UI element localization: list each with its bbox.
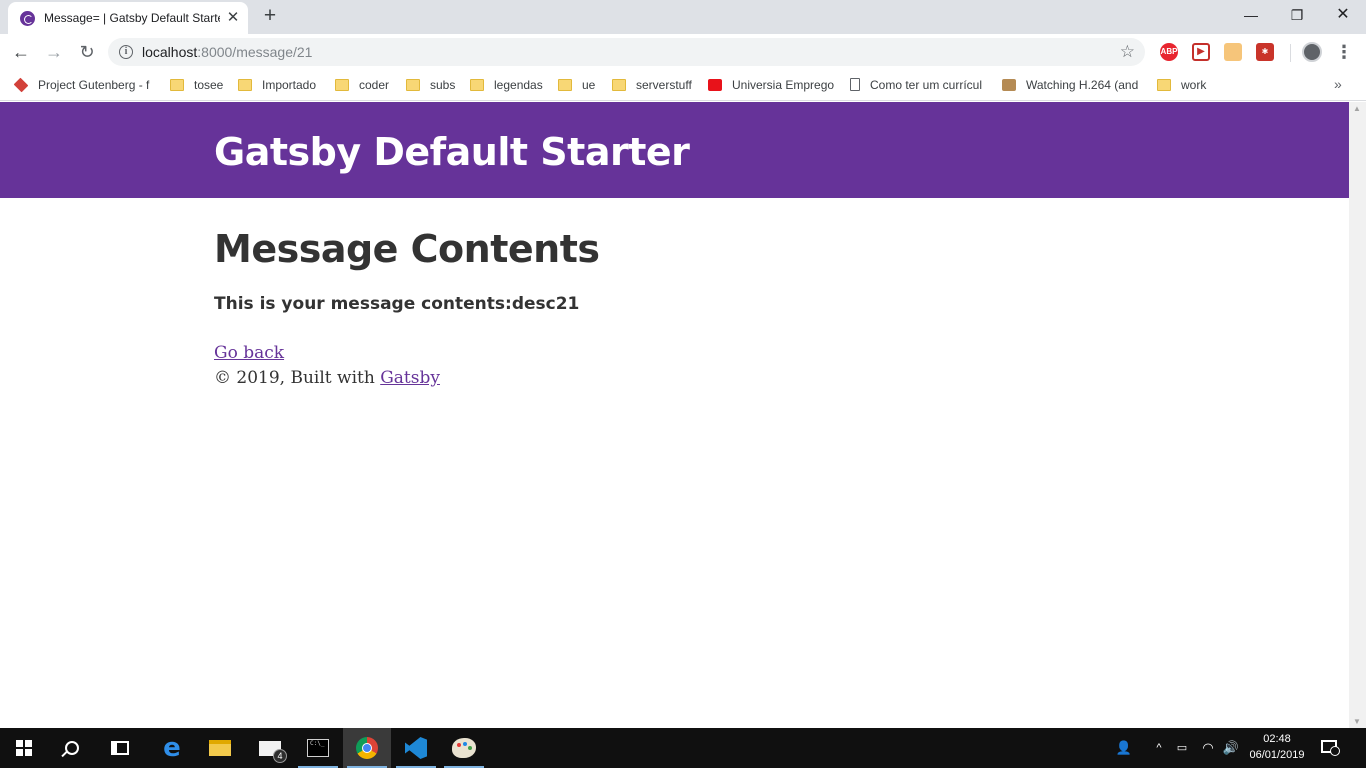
action-center-button[interactable] <box>1318 738 1340 758</box>
windows-taskbar: e 4 C:\_ 👤 ^ ▭ ◠ 🔊 02:48 06/01/2019 <box>0 728 1366 768</box>
battery-icon[interactable]: ▭ <box>1172 728 1192 768</box>
go-back-link[interactable]: Go back <box>214 342 284 364</box>
taskbar-edge[interactable]: e <box>148 728 196 768</box>
start-button[interactable] <box>0 728 48 768</box>
forward-button[interactable]: → <box>41 39 67 65</box>
folder-icon <box>558 79 572 91</box>
gatsby-link[interactable]: Gatsby <box>380 368 440 388</box>
page-title: Message Contents <box>214 227 600 271</box>
folder-icon <box>238 79 252 91</box>
bookmark-folder-coder[interactable]: coder <box>335 76 389 94</box>
edge-icon: e <box>163 733 181 763</box>
folder-icon <box>170 79 184 91</box>
taskbar-file-explorer[interactable] <box>196 728 244 768</box>
bookmark-star-icon[interactable]: ☆ <box>1120 42 1135 62</box>
honey-extension-icon[interactable] <box>1224 43 1242 61</box>
new-tab-button[interactable]: + <box>258 5 282 29</box>
scroll-down-icon[interactable]: ▼ <box>1353 717 1361 726</box>
url-host: localhost <box>142 44 198 60</box>
taskbar-search-button[interactable] <box>48 728 96 768</box>
bookmark-folder-importado[interactable]: Importado <box>238 76 316 94</box>
toolbar-divider <box>1290 44 1291 62</box>
taskbar-chrome[interactable] <box>343 728 391 768</box>
bookmark-universia-emprego[interactable]: Universia Emprego <box>708 76 834 94</box>
window-close-button[interactable]: ✕ <box>1320 0 1366 30</box>
page-footer: © 2019, Built with Gatsby <box>214 367 440 389</box>
taskbar-command-prompt[interactable]: C:\_ <box>294 728 342 768</box>
watching-icon <box>1002 79 1016 91</box>
window-minimize-button[interactable]: — <box>1228 0 1274 30</box>
taskbar-vscode[interactable] <box>392 728 440 768</box>
gatsby-favicon-icon <box>20 11 35 26</box>
profile-avatar[interactable] <box>1302 42 1322 62</box>
system-clock[interactable]: 02:48 06/01/2019 <box>1246 731 1308 765</box>
clock-date: 06/01/2019 <box>1249 749 1305 761</box>
tab-strip: Message= | Gatsby Default Starter ✕ + — … <box>0 0 1366 34</box>
bookmark-folder-subs[interactable]: subs <box>406 76 455 94</box>
site-header: Gatsby Default Starter <box>0 102 1349 198</box>
url-text[interactable]: localhost:8000/message/21 <box>142 44 312 60</box>
taskbar-mail[interactable]: 4 <box>246 728 294 768</box>
terminal-icon: C:\_ <box>307 739 329 757</box>
folder-icon <box>335 79 349 91</box>
clock-time: 02:48 <box>1263 733 1291 745</box>
tab-close-icon[interactable]: ✕ <box>224 9 242 27</box>
message-contents: This is your message contents:desc21 <box>214 294 580 314</box>
bookmark-watching-h264[interactable]: Watching H.264 (and <box>1002 76 1138 94</box>
youtube-extension-icon[interactable]: ▶ <box>1192 43 1210 61</box>
bookmark-folder-tosee[interactable]: tosee <box>170 76 223 94</box>
paint-palette-icon <box>452 738 476 758</box>
page-icon <box>850 78 860 91</box>
taskbar-paint[interactable] <box>440 728 488 768</box>
page-viewport: Gatsby Default Starter Message Contents … <box>0 102 1349 728</box>
url-path: :8000/message/21 <box>197 44 313 60</box>
task-view-button[interactable] <box>96 728 144 768</box>
folder-icon <box>612 79 626 91</box>
bookmark-project-gutenberg[interactable]: Project Gutenberg - f <box>13 76 149 94</box>
folder-icon <box>406 79 420 91</box>
mail-count-badge: 4 <box>273 748 287 763</box>
window-restore-button[interactable]: ❐ <box>1274 0 1320 30</box>
reload-button[interactable]: ↻ <box>74 39 100 65</box>
windows-logo-icon <box>16 740 32 756</box>
chrome-icon <box>356 737 378 759</box>
gutenberg-icon <box>13 77 29 93</box>
show-hidden-icons-chevron-icon[interactable]: ^ <box>1150 728 1168 768</box>
bookmarks-bar: Project Gutenberg - f tosee Importado co… <box>0 70 1366 101</box>
search-icon <box>65 741 79 755</box>
bookmark-folder-serverstuff[interactable]: serverstuff <box>612 76 692 94</box>
browser-tab-active[interactable]: Message= | Gatsby Default Starter ✕ <box>8 2 248 34</box>
people-icon[interactable]: 👤 <box>1112 728 1136 768</box>
notification-icon <box>1321 740 1340 756</box>
chrome-menu-icon[interactable]: ⋮ <box>1334 40 1354 64</box>
tab-title: Message= | Gatsby Default Starter <box>44 11 220 25</box>
bookmark-como-ter-curriculo[interactable]: Como ter um currícul <box>850 76 982 94</box>
file-explorer-icon <box>209 740 231 756</box>
universia-icon <box>708 79 722 91</box>
address-bar[interactable]: i localhost:8000/message/21 ☆ <box>108 38 1145 66</box>
footer-text: © 2019, Built with <box>214 368 381 388</box>
bookmark-folder-work[interactable]: work <box>1157 76 1206 94</box>
site-title-link[interactable]: Gatsby Default Starter <box>214 128 690 176</box>
bookmark-folder-legendas[interactable]: legendas <box>470 76 543 94</box>
volume-icon[interactable]: 🔊 <box>1220 728 1242 768</box>
wifi-icon[interactable]: ◠ <box>1198 728 1218 768</box>
folder-icon <box>1157 79 1171 91</box>
mail-icon: 4 <box>259 740 287 763</box>
vscode-icon <box>405 737 427 759</box>
back-button[interactable]: ← <box>8 39 34 65</box>
folder-icon <box>470 79 484 91</box>
bookmarks-overflow-icon[interactable]: » <box>1334 76 1342 92</box>
vertical-scrollbar[interactable]: ▲ ▼ <box>1349 102 1366 728</box>
task-view-icon <box>111 741 129 755</box>
browser-toolbar: ← → ↻ i localhost:8000/message/21 ☆ ABP … <box>0 34 1366 70</box>
site-info-icon[interactable]: i <box>119 45 133 59</box>
bookmark-folder-ue[interactable]: ue <box>558 76 595 94</box>
red-extension-icon[interactable]: ✱ <box>1256 43 1274 61</box>
scroll-up-icon[interactable]: ▲ <box>1353 104 1361 113</box>
adblock-plus-icon[interactable]: ABP <box>1160 43 1178 61</box>
